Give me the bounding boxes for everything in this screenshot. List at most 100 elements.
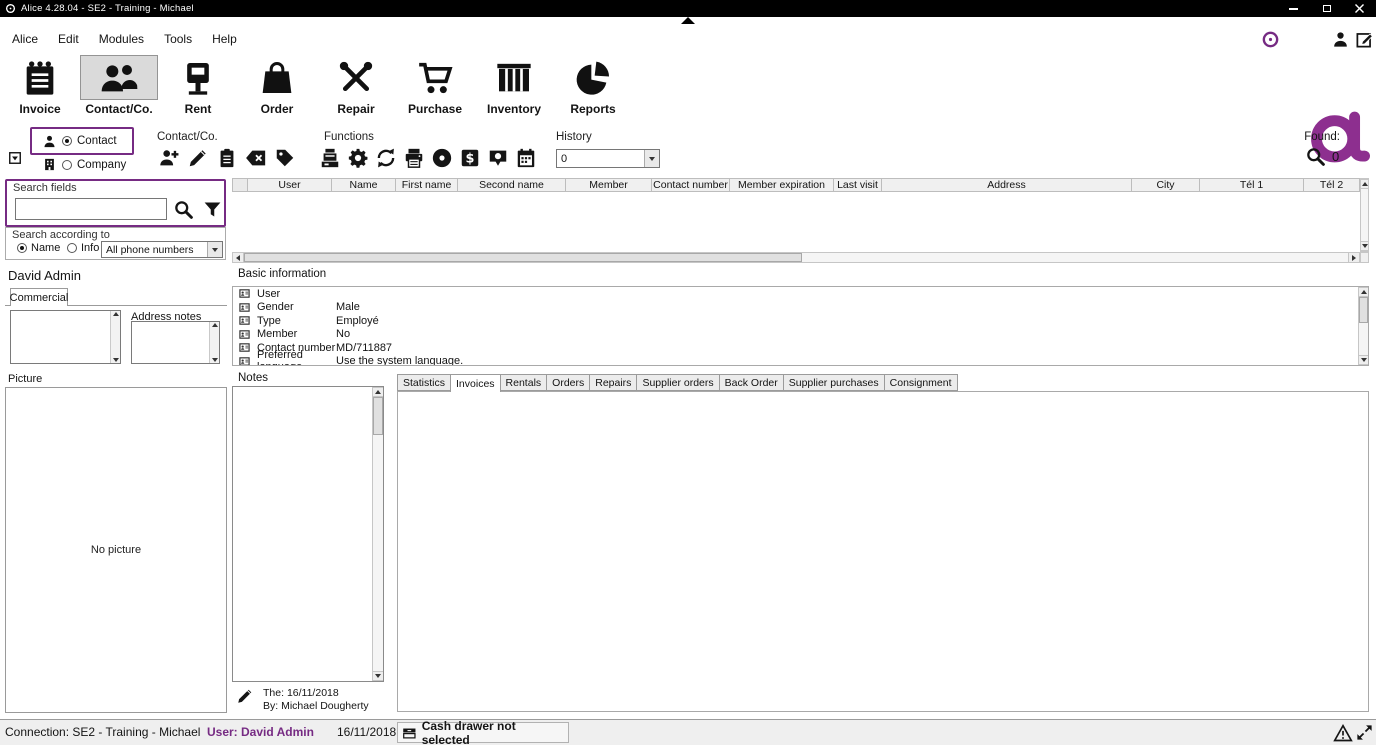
scroll-up-icon[interactable] [212,323,218,327]
scroll-thumb[interactable] [1359,297,1368,323]
add-contact-icon[interactable] [158,147,180,169]
compose-icon[interactable] [1355,30,1374,49]
row-selector-column[interactable] [233,179,248,191]
module-button-reports[interactable]: Reports [554,55,632,116]
scroll-down-icon[interactable] [113,358,119,362]
menu-item[interactable]: Modules [89,30,154,48]
contacts-column-header[interactable]: Second name [458,179,566,191]
settings-gear-icon[interactable] [347,147,369,169]
filter-funnel-icon[interactable] [202,199,223,220]
contacts-column-header[interactable]: Tél 2 [1304,179,1359,191]
notes-textarea[interactable] [232,386,384,682]
detail-tab[interactable]: Back Order [719,374,784,391]
notes-scrollbar[interactable] [372,387,383,681]
basic-info-row[interactable]: Preferred language Use the system langua… [233,355,1357,367]
currency-icon[interactable] [459,147,481,169]
contacts-horizontal-scrollbar[interactable] [232,252,1360,263]
textarea-scrollbar[interactable] [110,311,120,363]
copy-contact-icon[interactable] [216,147,238,169]
resize-expand-icon[interactable] [1355,723,1374,742]
search-by-info-option[interactable]: Info [67,242,99,254]
warning-icon[interactable] [1333,723,1353,743]
scroll-down-button[interactable] [1359,355,1368,365]
company-radio-label[interactable]: Company [77,159,126,171]
scroll-left-button[interactable] [233,253,244,262]
user-account-icon[interactable] [1331,30,1350,49]
chevron-down-icon[interactable] [644,150,659,167]
name-radio-label[interactable]: Name [31,242,60,254]
contacts-column-header[interactable]: Address [882,179,1132,191]
detail-tab[interactable]: Consignment [884,374,958,391]
detail-tab[interactable]: Statistics [397,374,451,391]
cash-register-icon[interactable] [319,147,341,169]
detail-tab[interactable]: Supplier purchases [783,374,885,391]
contacts-column-header[interactable]: Member [566,179,652,191]
basic-info-row[interactable]: Gender Male [233,301,1357,315]
module-button-invoice[interactable]: Invoice [1,55,79,116]
basic-info-row[interactable]: User [233,287,1357,301]
menu-item[interactable]: Help [202,30,247,48]
maximize-button[interactable] [1310,0,1343,17]
contacts-column-header[interactable]: Contact number [652,179,730,191]
address-notes-textarea[interactable] [131,321,220,364]
scroll-up-button[interactable] [1359,287,1368,297]
module-button-rent[interactable]: Rent [159,55,237,116]
contact-radio[interactable] [62,136,72,146]
history-select[interactable]: 0 [556,149,660,168]
scroll-down-button[interactable] [1361,241,1368,251]
contacts-column-header[interactable]: Last visit [834,179,882,191]
scroll-right-button[interactable] [1348,253,1359,262]
minimize-button[interactable] [1277,0,1310,17]
chevron-down-icon[interactable] [207,242,222,257]
info-radio-label[interactable]: Info [81,242,99,254]
contacts-table-body[interactable] [232,192,1360,252]
current-user[interactable]: User: David Admin [207,720,314,745]
search-icon[interactable] [173,199,194,220]
tab-commercial[interactable]: Commercial [10,288,68,306]
module-button-order[interactable]: Order [238,55,316,116]
menu-item[interactable]: Edit [48,30,89,48]
company-radio[interactable] [62,160,72,170]
menu-item[interactable]: Alice [2,30,48,48]
scroll-thumb[interactable] [373,397,383,435]
basic-info-scrollbar[interactable] [1358,287,1368,365]
company-type-option[interactable]: Company [42,157,126,172]
column-select-icon[interactable] [8,151,22,165]
name-radio[interactable] [17,243,27,253]
contacts-column-header[interactable]: User [248,179,332,191]
contacts-column-header[interactable]: Tél 1 [1200,179,1304,191]
scroll-thumb[interactable] [244,253,802,262]
cash-drawer-status[interactable]: Cash drawer not selected [397,722,569,743]
tag-icon[interactable] [274,147,296,169]
module-button-repair[interactable]: Repair [317,55,395,116]
delete-contact-icon[interactable] [245,147,267,169]
basic-info-row[interactable]: Member No [233,328,1357,342]
disc-icon[interactable] [431,147,453,169]
scroll-up-icon[interactable] [113,312,119,316]
basic-info-row[interactable]: Type Employé [233,314,1357,328]
module-button-inventory[interactable]: Inventory [475,55,553,116]
search-by-name-option[interactable]: Name [17,242,60,254]
collapse-menu-arrow-icon[interactable] [681,17,695,24]
search-input[interactable] [15,198,167,220]
edit-contact-icon[interactable] [187,147,209,169]
stamp-icon[interactable] [487,147,509,169]
phone-filter-select[interactable]: All phone numbers [101,241,223,258]
scroll-down-icon[interactable] [212,358,218,362]
detail-tab[interactable]: Supplier orders [636,374,719,391]
detail-tab[interactable]: Repairs [589,374,637,391]
contact-radio-label[interactable]: Contact [77,135,117,147]
picture-box[interactable]: No picture [5,387,227,713]
contacts-column-header[interactable]: City [1132,179,1200,191]
textarea-scrollbar[interactable] [209,322,219,363]
module-button-contacts[interactable]: Contact/Co. [80,55,158,116]
basic-info-row[interactable]: Contact number MD/711887 [233,341,1357,355]
detail-tab[interactable]: Invoices [450,374,501,392]
detail-tab[interactable]: Rentals [500,374,548,391]
sync-status-icon[interactable] [1261,30,1280,49]
contacts-vertical-scrollbar[interactable] [1360,178,1369,252]
print-icon[interactable] [403,147,425,169]
detail-tab[interactable]: Orders [546,374,590,391]
contact-type-selector[interactable]: Contact [30,127,134,155]
scroll-up-button[interactable] [1361,179,1368,189]
